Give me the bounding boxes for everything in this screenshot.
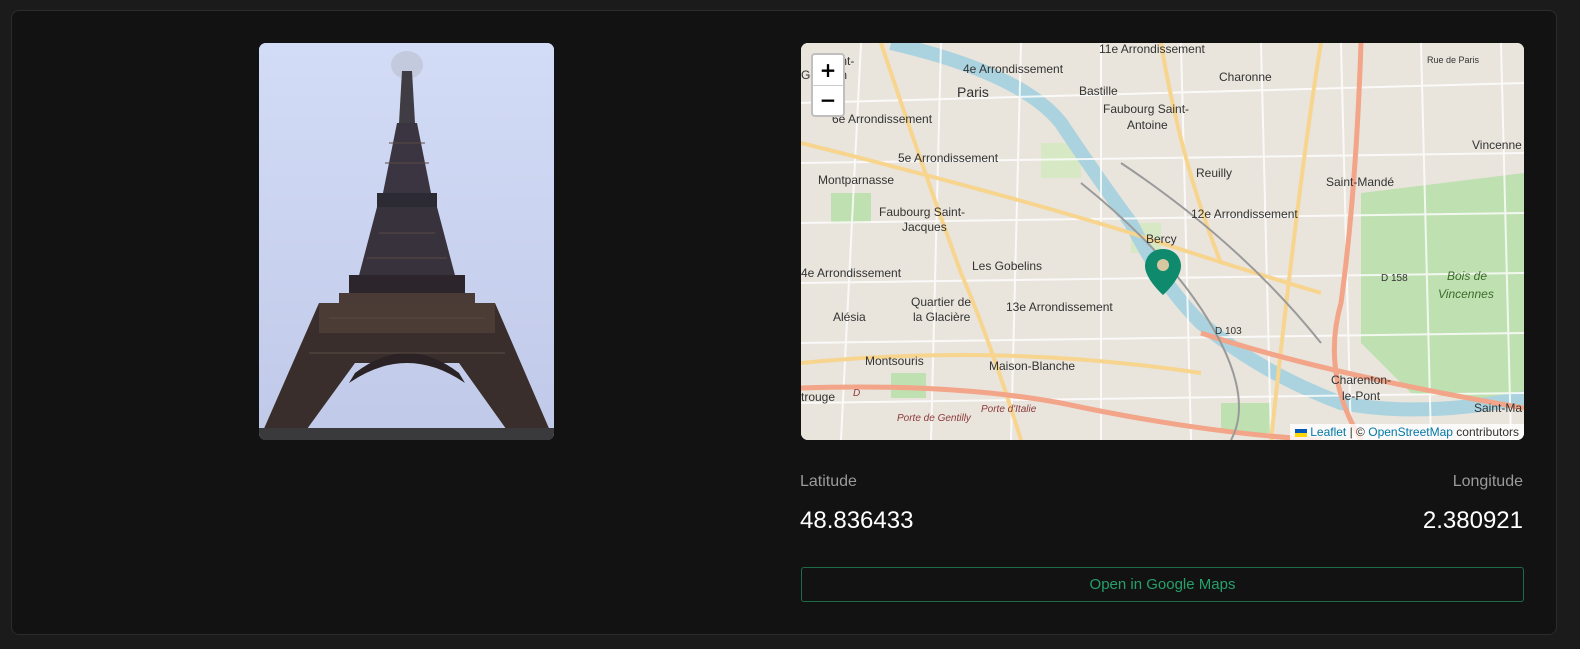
- map-label: D 158: [1381, 273, 1408, 284]
- map-label: Paris: [957, 84, 989, 100]
- zoom-in-button[interactable]: +: [813, 55, 843, 85]
- map-label: Montsouris: [865, 354, 924, 368]
- map-label: 4e Arrondissement: [963, 62, 1064, 76]
- map-label: D 103: [1215, 326, 1242, 337]
- map-label: Charonne: [1219, 70, 1272, 84]
- map-label: Les Gobelins: [972, 259, 1042, 273]
- ukraine-flag-icon: [1295, 428, 1308, 437]
- map-label: Antoine: [1127, 118, 1168, 132]
- open-google-maps-button[interactable]: Open in Google Maps: [801, 567, 1524, 602]
- leaflet-link[interactable]: Leaflet: [1310, 425, 1346, 439]
- map-label: la Glacière: [913, 310, 971, 324]
- map-label: Jacques: [902, 220, 947, 234]
- longitude-value: 2.380921: [1422, 507, 1523, 534]
- openstreetmap-link[interactable]: OpenStreetMap: [1368, 425, 1453, 439]
- map-label: Montparnasse: [818, 173, 894, 187]
- map-label: Reuilly: [1196, 166, 1232, 180]
- longitude-label: Longitude: [1452, 473, 1523, 490]
- map-label: 13e Arrondissement: [1006, 300, 1113, 314]
- map-label: le-Pont: [1342, 389, 1381, 403]
- map-label: Porte de Gentilly: [897, 413, 972, 424]
- attribution-suffix: contributors: [1456, 425, 1519, 439]
- zoom-out-button[interactable]: −: [813, 85, 843, 115]
- map-labels: 11e Arrondissement Saint- Germain 4e Arr…: [801, 43, 1522, 424]
- map-label: Bastille: [1079, 84, 1118, 98]
- map-label: Faubourg Saint-: [879, 205, 965, 219]
- map-label: 5e Arrondissement: [898, 151, 999, 165]
- location-card: 11e Arrondissement Saint- Germain 4e Arr…: [11, 10, 1557, 635]
- map-label: Maison-Blanche: [989, 359, 1075, 373]
- map-label: Charenton-: [1331, 373, 1391, 387]
- eiffel-tower-image: [259, 43, 554, 440]
- map-label: Vincenne: [1472, 138, 1522, 152]
- map-label: 6e Arrondissement: [832, 112, 933, 126]
- map-label: Porte d'Italie: [981, 404, 1037, 415]
- map-marker-icon[interactable]: [1145, 249, 1181, 295]
- map-label: Saint-Mandé: [1326, 175, 1394, 189]
- map-label: 12e Arrondissement: [1191, 207, 1298, 221]
- map-label: trouge: [801, 390, 835, 404]
- map-label: Vincennes: [1438, 287, 1494, 301]
- attribution-separator: | ©: [1349, 425, 1365, 439]
- map-label: Bois de: [1447, 269, 1487, 283]
- map[interactable]: 11e Arrondissement Saint- Germain 4e Arr…: [801, 43, 1524, 440]
- map-marker-pin: [1145, 249, 1181, 295]
- photo: [259, 43, 554, 440]
- map-attribution: Leaflet | © OpenStreetMap contributors: [1290, 424, 1524, 440]
- map-label: Alésia: [833, 310, 866, 324]
- map-label: Rue de Paris: [1427, 55, 1480, 65]
- map-label: 4e Arrondissement: [801, 266, 902, 280]
- map-label: D: [853, 388, 860, 399]
- zoom-control: + −: [811, 53, 845, 117]
- map-label: Faubourg Saint-: [1103, 102, 1189, 116]
- map-label: Bercy: [1146, 232, 1177, 246]
- map-label: Saint-Ma: [1474, 401, 1522, 415]
- map-label: 11e Arrondissement: [1099, 43, 1206, 56]
- latitude-label: Latitude: [800, 473, 857, 490]
- map-label: Quartier de: [911, 295, 971, 309]
- latitude-value: 48.836433: [800, 507, 914, 534]
